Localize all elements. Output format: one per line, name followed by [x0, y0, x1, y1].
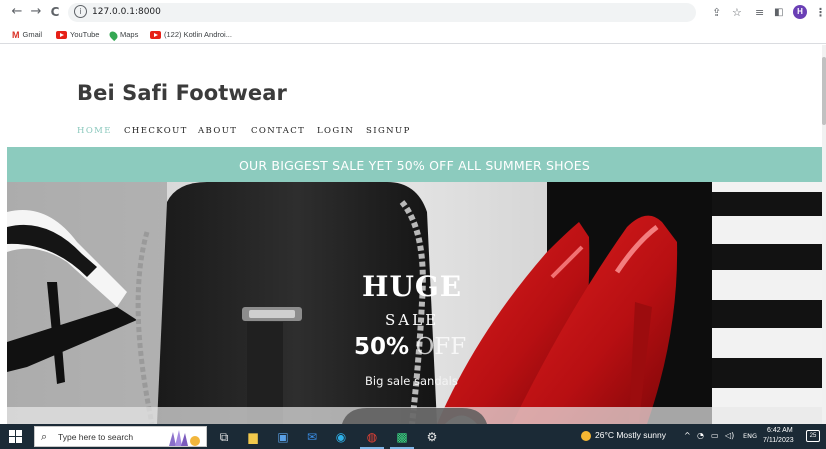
- site-info-icon[interactable]: i: [74, 5, 87, 18]
- weather-widget[interactable]: 26°C Mostly sunny: [581, 430, 666, 441]
- tray-chevron-icon[interactable]: ^: [684, 431, 691, 440]
- bookmark-label: Gmail: [22, 30, 43, 39]
- youtube-icon: [150, 31, 161, 40]
- weather-text: 26°C Mostly sunny: [595, 430, 666, 440]
- maps-icon: [107, 29, 120, 41]
- clock-time[interactable]: 6:42 AM: [767, 427, 793, 434]
- search-highlight-icon: [169, 430, 200, 446]
- taskbar-search-placeholder: Type here to search: [58, 432, 134, 442]
- network-icon[interactable]: ◔: [697, 431, 704, 440]
- address-bar[interactable]: i 127.0.0.1:8000: [68, 3, 696, 22]
- sale-banner-text: OUR BIGGEST SALE YET 50% OFF ALL SUMMER …: [238, 158, 591, 173]
- bookmark-label: (122) Kotlin Androi...: [164, 30, 232, 39]
- nav-home[interactable]: HOME: [77, 126, 112, 136]
- hero-discount: 50% OFF: [354, 333, 466, 360]
- menu-kebab-icon[interactable]: ⋮: [815, 6, 826, 19]
- profile-avatar[interactable]: H: [793, 5, 807, 19]
- hero-subtitle: Big sale sandals: [365, 374, 458, 388]
- windows-start-icon[interactable]: [9, 430, 22, 443]
- bookmark-label: Maps: [120, 30, 139, 39]
- nav-signup[interactable]: SIGNUP: [366, 126, 411, 136]
- windows-taskbar: ⌕ Type here to search ⧉ ▆ ▣ ✉ ◉ ◍ ▩ ⚙ 26…: [0, 424, 826, 449]
- hero-sale-text: SALE: [385, 311, 440, 329]
- nav-login[interactable]: LOGIN: [317, 126, 354, 136]
- bookmark-label: YouTube: [70, 30, 100, 39]
- forward-arrow-icon[interactable]: →: [28, 4, 44, 20]
- nav-checkout[interactable]: CHECKOUT: [124, 126, 188, 136]
- hero-huge-text: HUGE: [362, 270, 463, 303]
- bookmark-star-icon[interactable]: ☆: [732, 6, 742, 19]
- browser-toolbar: ← → C i 127.0.0.1:8000 ⇪ ☆ ≡ ◧ H ⋮: [0, 0, 826, 25]
- edge-icon[interactable]: ◉: [333, 429, 349, 445]
- task-view-icon[interactable]: ⧉: [216, 429, 232, 445]
- taskbar-search-input[interactable]: ⌕ Type here to search: [34, 426, 207, 447]
- reload-icon[interactable]: C: [47, 4, 63, 20]
- site-title[interactable]: Bei Safi Footwear: [77, 81, 287, 105]
- hero-percent: 50%: [354, 334, 410, 360]
- bookmark-maps[interactable]: Maps: [107, 29, 139, 41]
- hero-off: OFF: [415, 334, 467, 360]
- nav-about[interactable]: ABOUT: [198, 126, 237, 136]
- reading-list-icon[interactable]: ≡: [755, 6, 764, 19]
- notification-center-icon[interactable]: 25: [806, 430, 820, 442]
- hero-image: HUGE SALE 50% OFF Big sale sandals: [7, 182, 822, 424]
- chrome-icon[interactable]: ◍: [364, 429, 380, 445]
- android-studio-icon[interactable]: ▩: [394, 429, 410, 445]
- share-icon[interactable]: ⇪: [712, 6, 721, 19]
- side-panel-icon[interactable]: ◧: [774, 6, 783, 19]
- language-indicator[interactable]: ENG: [743, 432, 757, 440]
- bookmark-gmail[interactable]: M Gmail: [12, 29, 42, 41]
- scroll-thumb[interactable]: [822, 57, 826, 125]
- nav-contact[interactable]: CONTACT: [251, 126, 305, 136]
- mail-icon[interactable]: ✉: [304, 429, 320, 445]
- web-page: Bei Safi Footwear HOME CHECKOUT ABOUT CO…: [0, 45, 822, 424]
- volume-icon[interactable]: ◁): [725, 431, 734, 440]
- gmail-icon: M: [12, 30, 20, 41]
- weather-sun-icon: [581, 430, 591, 441]
- sale-banner: OUR BIGGEST SALE YET 50% OFF ALL SUMMER …: [7, 147, 822, 182]
- youtube-icon: [56, 31, 67, 40]
- bookmarks-bar: M Gmail YouTube Maps (122) Kotlin Androi.…: [0, 25, 826, 44]
- store-icon[interactable]: ▣: [275, 429, 291, 445]
- back-arrow-icon[interactable]: ←: [9, 4, 25, 20]
- settings-gear-icon[interactable]: ⚙: [424, 429, 440, 445]
- bookmark-kotlin[interactable]: (122) Kotlin Androi...: [150, 29, 232, 41]
- address-url: 127.0.0.1:8000: [92, 7, 161, 17]
- clock-date[interactable]: 7/11/2023: [763, 437, 794, 444]
- search-icon: ⌕: [41, 430, 48, 443]
- page-scrollbar[interactable]: [822, 45, 826, 424]
- bookmark-youtube[interactable]: YouTube: [56, 29, 99, 41]
- file-explorer-icon[interactable]: ▆: [245, 429, 261, 445]
- battery-icon[interactable]: ▭: [711, 431, 719, 440]
